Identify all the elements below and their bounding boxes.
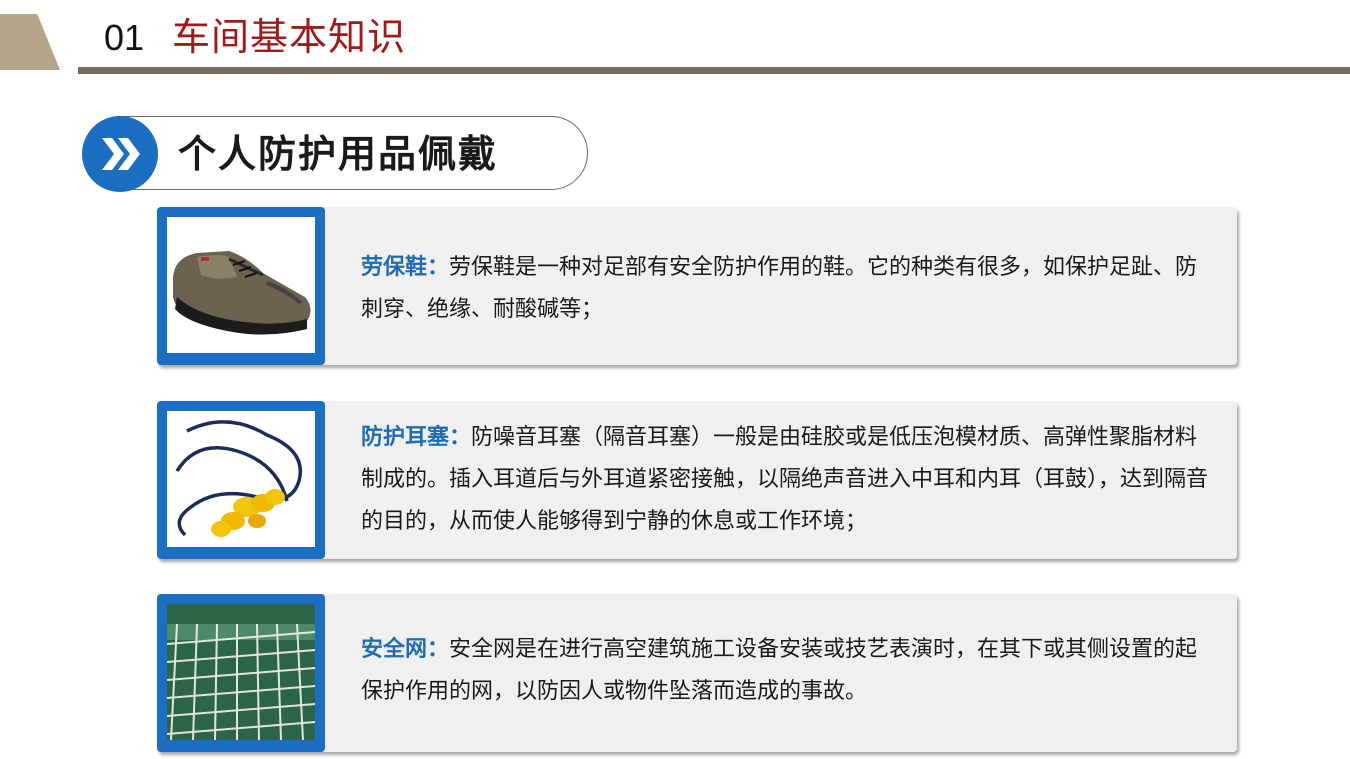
item-text: 劳保鞋：劳保鞋是一种对足部有安全防护作用的鞋。它的种类有很多，如保护足趾、防刺穿…: [361, 247, 1211, 331]
item-term: 防护耳塞：: [361, 425, 472, 450]
item-text: 安全网：安全网是在进行高空建筑施工设备安装或技艺表演时，在其下或其侧设置的起保护…: [361, 629, 1211, 713]
section-title: 个人防护用品佩戴: [178, 131, 499, 176]
header-corner-decoration: [0, 14, 60, 70]
item-description: 防噪音耳塞（隔音耳塞）一般是由硅胶或是低压泡模材质、高弹性聚脂材料制成的。插入耳…: [361, 425, 1209, 534]
double-chevron-right-icon: [82, 116, 158, 192]
chapter-title: 车间基本知识: [172, 15, 407, 59]
item-term: 安全网：: [361, 637, 450, 662]
item-description: 安全网是在进行高空建筑施工设备安装或技艺表演时，在其下或其侧设置的起保护作用的网…: [361, 637, 1198, 704]
item-card-earplugs: 防护耳塞：防噪音耳塞（隔音耳塞）一般是由硅胶或是低压泡模材质、高弹性聚脂材料制成…: [157, 401, 1237, 559]
item-thumbnail-frame: [157, 401, 325, 559]
header-divider: [78, 67, 1350, 74]
item-card-safety-net: 安全网：安全网是在进行高空建筑施工设备安装或技艺表演时，在其下或其侧设置的起保护…: [157, 594, 1237, 752]
chapter-number: 01: [104, 17, 145, 58]
earplugs-image: [167, 411, 315, 547]
safety-shoe-image: [167, 217, 315, 353]
item-thumbnail-frame: [157, 594, 325, 752]
item-thumbnail-frame: [157, 207, 325, 365]
item-text: 防护耳塞：防噪音耳塞（隔音耳塞）一般是由硅胶或是低压泡模材质、高弹性聚脂材料制成…: [361, 417, 1211, 543]
safety-net-image: [167, 604, 315, 740]
item-term: 劳保鞋：: [361, 255, 450, 280]
item-description: 劳保鞋是一种对足部有安全防护作用的鞋。它的种类有很多，如保护足趾、防刺穿、绝缘、…: [361, 255, 1198, 322]
item-card-safety-shoe: 劳保鞋：劳保鞋是一种对足部有安全防护作用的鞋。它的种类有很多，如保护足趾、防刺穿…: [157, 207, 1237, 365]
